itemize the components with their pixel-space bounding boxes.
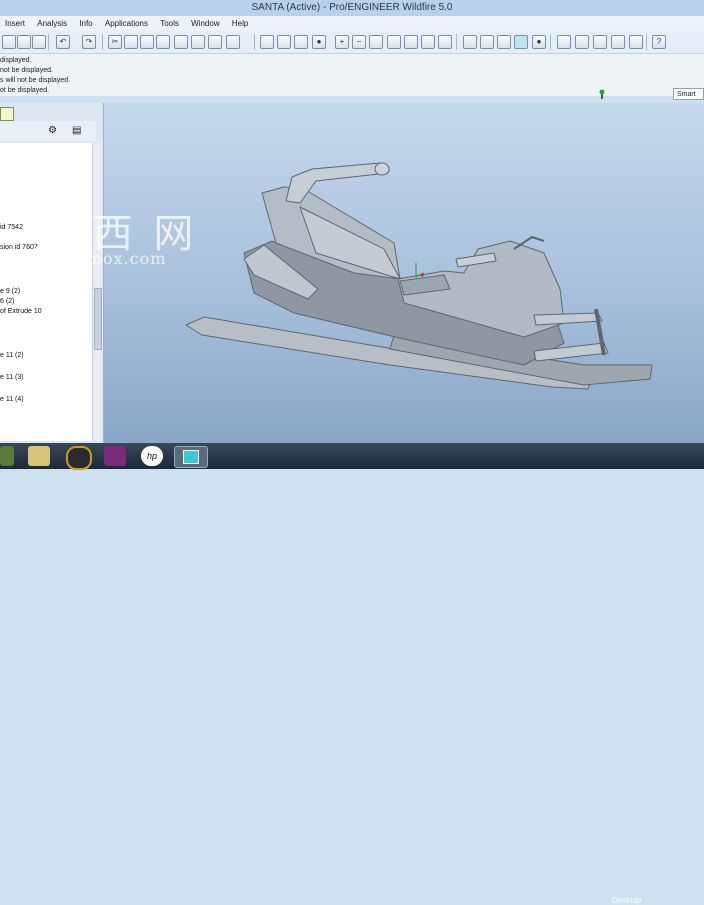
tree-item[interactable]: e 11 (4)	[0, 395, 24, 404]
toolbar-separator	[646, 34, 647, 50]
desktop-toolbar-label[interactable]: Desktop	[612, 896, 641, 905]
status-light-icon	[599, 89, 605, 99]
app-icon[interactable]	[104, 446, 126, 466]
tree-item[interactable]: 6 (2)	[0, 297, 14, 306]
appearance-icon[interactable]	[438, 35, 452, 49]
tree-item[interactable]: id 7542	[0, 223, 23, 232]
save-icon[interactable]	[17, 35, 31, 49]
wireframe-icon[interactable]	[463, 35, 477, 49]
toolbar-separator	[102, 34, 103, 50]
find-icon[interactable]	[208, 35, 222, 49]
menu-help[interactable]: Help	[227, 16, 253, 31]
menu-insert[interactable]: Insert	[0, 16, 30, 31]
annotations-icon[interactable]	[629, 35, 643, 49]
windows-taskbar: hp Desktop	[0, 443, 704, 905]
file-explorer-icon[interactable]	[28, 446, 50, 466]
context-help-icon[interactable]: ?	[652, 35, 666, 49]
scroll-thumb[interactable]	[94, 288, 102, 350]
regenerate-icon[interactable]	[174, 35, 188, 49]
cut-icon[interactable]: ✂	[108, 35, 122, 49]
datum-axes-icon[interactable]	[575, 35, 589, 49]
message-line: ot be displayed.	[0, 87, 50, 94]
redo-icon[interactable]: ↷	[82, 35, 96, 49]
print-icon[interactable]	[32, 35, 46, 49]
tree-item[interactable]: of Extrude 10	[0, 307, 42, 316]
model-tree-tab[interactable]	[0, 107, 14, 121]
model-tree-list: id 7542 sion id 7607 e 9 (2) 6 (2) of Ex…	[0, 143, 92, 441]
zoom-out-icon[interactable]: −	[352, 35, 366, 49]
message-line: s will not be displayed.	[0, 77, 71, 84]
settings-icon[interactable]: ⚙	[48, 125, 57, 136]
selection-filter[interactable]: Smart	[673, 88, 704, 100]
model-tree-scrollbar[interactable]	[92, 143, 102, 441]
toolbar-separator	[48, 34, 49, 50]
select-box-icon[interactable]	[226, 35, 240, 49]
model-tree-panel: ⚙ ▤ id 7542 sion id 7607 e 9 (2) 6 (2) o…	[0, 103, 104, 443]
zoom-in-icon[interactable]: +	[335, 35, 349, 49]
orient-icon[interactable]	[294, 35, 308, 49]
start-icon[interactable]	[0, 446, 14, 466]
menu-applications[interactable]: Applications	[100, 16, 153, 31]
repaint-icon[interactable]	[260, 35, 274, 49]
hidden-line-icon[interactable]	[480, 35, 494, 49]
no-hidden-icon[interactable]	[497, 35, 511, 49]
toolbar-separator	[456, 34, 457, 50]
shading-icon[interactable]	[514, 35, 528, 49]
shade-icon[interactable]: ●	[312, 35, 326, 49]
message-line: not be displayed.	[0, 67, 53, 74]
proengineer-task-icon[interactable]	[174, 446, 208, 468]
tree-item[interactable]: e 11 (3)	[0, 373, 24, 382]
enhanced-realism-icon[interactable]: ●	[532, 35, 546, 49]
copy-icon[interactable]	[124, 35, 138, 49]
watermark-url: www.3dmox.com	[16, 249, 167, 268]
datum-points-icon[interactable]	[593, 35, 607, 49]
menu-window[interactable]: Window	[186, 16, 224, 31]
spin-center-icon[interactable]	[277, 35, 291, 49]
datum-planes-icon[interactable]	[557, 35, 571, 49]
show-icon[interactable]: ▤	[72, 125, 81, 136]
saved-views-icon[interactable]	[404, 35, 418, 49]
new-icon[interactable]	[2, 35, 16, 49]
csys-icon[interactable]	[611, 35, 625, 49]
toolbar-separator	[254, 34, 255, 50]
menu-analysis[interactable]: Analysis	[32, 16, 72, 31]
hp-icon[interactable]: hp	[141, 446, 163, 466]
paste-icon[interactable]	[140, 35, 154, 49]
menu-tools[interactable]: Tools	[155, 16, 184, 31]
model-tree-header: ⚙ ▤	[0, 121, 96, 141]
paste-special-icon[interactable]	[156, 35, 170, 49]
graphics-window[interactable]: 莫 西 网 www.3dmox.com	[16, 103, 704, 443]
snowmobile-model	[185, 162, 653, 390]
undo-icon[interactable]: ↶	[56, 35, 70, 49]
menu-info[interactable]: Info	[74, 16, 97, 31]
reorient-icon[interactable]	[387, 35, 401, 49]
menu-bar: Insert Analysis Info Applications Tools …	[0, 16, 704, 31]
main-toolbar: ↶ ↷ ✂ ● + − ● ?	[0, 31, 704, 54]
media-player-icon[interactable]	[66, 446, 92, 470]
refit-icon[interactable]	[369, 35, 383, 49]
regen-manager-icon[interactable]	[191, 35, 205, 49]
tree-item[interactable]: e 9 (2)	[0, 287, 20, 296]
layers-icon[interactable]	[421, 35, 435, 49]
message-line: displayed.	[0, 57, 32, 64]
toolbar-separator	[550, 34, 551, 50]
tree-item[interactable]: e 11 (2)	[0, 351, 24, 360]
window-title: SANTA (Active) - Pro/ENGINEER Wildfire 5…	[0, 0, 704, 17]
